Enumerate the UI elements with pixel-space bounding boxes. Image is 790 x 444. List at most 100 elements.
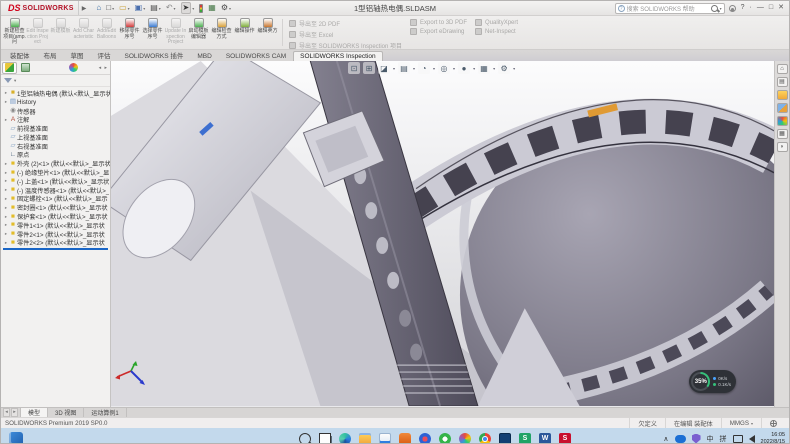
panel-tab-scroll-icons[interactable]: ◂ ▸ [99, 65, 109, 71]
tree-item[interactable]: ▸A注解 [3, 115, 110, 124]
hud-caret-icon[interactable]: ▾ [433, 66, 435, 71]
taskbar-browser-colorful-icon[interactable] [459, 433, 471, 444]
taskbar-wps-sheets-icon[interactable]: S [519, 433, 531, 444]
hud-caret-icon[interactable]: ▾ [393, 66, 395, 71]
tree-item[interactable]: ▱上视基准面 [3, 133, 110, 142]
ime-mode-indicator[interactable]: 中 [707, 434, 714, 444]
tab-mbd[interactable]: MBD [190, 51, 218, 61]
panel-tab-property-manager[interactable] [18, 62, 33, 74]
search-icon[interactable] [711, 5, 718, 12]
onedrive-icon[interactable] [675, 435, 686, 443]
tree-item[interactable]: ▸■(-) 绝缘垫片<1> (默认<<默认>_显 [3, 168, 110, 177]
ribbon-button-edit-vendors[interactable]: 编辑卖方 [256, 17, 279, 48]
close-button[interactable]: ✕ [778, 3, 784, 13]
tree-item[interactable]: ▸■零件2<1> (默认<<默认>_显示状 [3, 230, 110, 239]
tree-item[interactable]: ◉传感器 [3, 107, 110, 116]
dropdown-caret-icon[interactable]: ▾ [128, 6, 130, 11]
dropdown-caret-icon[interactable]: ▾ [112, 6, 114, 11]
solidworks-resources-icon[interactable]: ⌂ [777, 64, 788, 74]
dropdown-caret-icon[interactable]: ▾ [159, 6, 161, 11]
hud-caret-icon[interactable]: ▾ [473, 66, 475, 71]
taskbar-app-a-icon[interactable] [419, 433, 431, 444]
view-orientation-icon[interactable]: ▤ [398, 62, 410, 74]
qat-rebuild-icon[interactable] [198, 2, 204, 14]
taskbar-wps-writer-icon[interactable]: W [539, 433, 551, 444]
taskbar-chrome-icon[interactable] [479, 433, 491, 444]
ribbon-button-launch-template-editor[interactable]: 启动模板编辑器 [187, 17, 210, 48]
tree-item[interactable]: ▱前视基准面 [3, 124, 110, 133]
taskbar-clock[interactable]: 16:05 2022/8/15 [761, 432, 785, 444]
ribbon-button-edit-operations[interactable]: 编辑操作 [233, 17, 256, 48]
panel-tab-dimxpert-manager[interactable] [50, 62, 65, 74]
taskbar-mail-icon[interactable] [379, 433, 391, 444]
panel-tab-display-manager[interactable] [66, 62, 81, 74]
assembly-3d-model[interactable] [111, 61, 774, 406]
display-tray-icon[interactable] [733, 435, 743, 443]
tab-solidworks-inspection[interactable]: SOLIDWORKS Inspection [293, 51, 383, 61]
tree-root-item[interactable]: ▸■1型铝轴热电偶 (默认<默认_显示状态-1 [3, 89, 110, 98]
display-style-icon[interactable]: ◔ [418, 62, 430, 74]
tree-item[interactable]: ▸■零件1<1> (默认<<默认>_显示状 [3, 221, 110, 230]
taskbar-browser-360-icon[interactable] [439, 433, 451, 444]
tree-item[interactable]: ▸■零件2<2> (默认<<默认>_显示状 [3, 239, 110, 247]
file-explorer-icon[interactable] [777, 90, 788, 100]
zoom-fit-icon[interactable]: ⊡ [348, 62, 360, 74]
tab-scroll-arrows[interactable]: ◂▸ [1, 408, 21, 417]
widgets-button[interactable] [9, 432, 23, 444]
restore-button[interactable]: □ [769, 3, 773, 13]
view-palette-icon[interactable] [777, 103, 788, 113]
ribbon-button-new-inspection-project[interactable]: 新建检查项目(amp.问 [3, 17, 26, 48]
qat-print-icon[interactable]: ▤▾ [149, 2, 162, 14]
ime-layout-indicator[interactable]: 拼 [720, 434, 727, 444]
ribbon-button-edit-methods[interactable]: 编辑检查方式 [210, 17, 233, 48]
section-view-icon[interactable]: ◪ [378, 62, 390, 74]
menu-flyout-arrow-icon[interactable]: ▶ [82, 5, 87, 12]
dropdown-caret-icon[interactable]: ▾ [174, 6, 176, 11]
tab-评估[interactable]: 评估 [91, 48, 118, 61]
doc-tab-模型[interactable]: 模型 [21, 408, 48, 417]
dropdown-caret-icon[interactable]: ▾ [229, 6, 231, 11]
custom-properties-icon[interactable]: ▦ [777, 129, 788, 139]
edit-appearance-icon[interactable]: ● [458, 62, 470, 74]
tab-布局[interactable]: 布局 [37, 48, 64, 61]
doc-tab-运动算例1[interactable]: 运动算例1 [84, 408, 126, 417]
qat-home-icon[interactable]: ⌂ [95, 2, 102, 14]
tree-filter-row[interactable]: ▾ [1, 75, 110, 87]
apply-scene-icon[interactable]: ▦ [478, 62, 490, 74]
hide-show-items-icon[interactable]: ◎ [438, 62, 450, 74]
hud-caret-icon[interactable]: ▾ [493, 66, 495, 71]
tree-item[interactable]: ▸■固定螺栓<1> (默认<<默认>_显示 [3, 195, 110, 204]
tab-装配体[interactable]: 装配体 [3, 48, 37, 61]
panel-tab-feature-manager[interactable] [2, 62, 17, 74]
design-library-icon[interactable]: ▤ [777, 77, 788, 87]
tree-item[interactable]: ∟原点 [3, 151, 110, 160]
taskbar-phone-link-icon[interactable] [499, 433, 511, 444]
hud-caret-icon[interactable]: ▾ [513, 66, 515, 71]
tree-item[interactable]: ▸■(-) 上盖<1> (默认<<默认>_显示状 [3, 177, 110, 186]
help-search-input[interactable]: ? 搜索 SOLIDWORKS 帮助 ▾ [615, 3, 725, 14]
qat-undo-icon[interactable]: ↶▾ [165, 2, 177, 14]
volume-icon[interactable] [749, 435, 755, 443]
tab-草图[interactable]: 草图 [64, 48, 91, 61]
qat-options-icon[interactable]: ⚙▾ [220, 2, 232, 14]
sign-in-icon[interactable] [729, 5, 736, 12]
dropdown-caret-icon[interactable]: ▾ [192, 6, 194, 11]
forum-icon[interactable]: ◗ [777, 142, 788, 152]
help-button[interactable]: ? [741, 3, 745, 13]
status-globe[interactable] [761, 418, 785, 428]
panel-tab-configuration-manager[interactable] [34, 62, 49, 74]
qat-open-file-icon[interactable]: ▭▾ [118, 2, 131, 14]
hud-caret-icon[interactable]: ▾ [453, 66, 455, 71]
qat-new-file-icon[interactable]: □▾ [105, 2, 115, 14]
qat-view-settings-icon[interactable]: ▦ [207, 2, 217, 14]
qat-select-cursor-icon[interactable]: ➤▾ [180, 2, 196, 14]
tree-item[interactable]: ▱右视基准面 [3, 142, 110, 151]
appearances-icon[interactable] [777, 116, 788, 126]
taskbar-edge-icon[interactable] [339, 433, 351, 444]
tree-item[interactable]: ▸▤History [3, 98, 110, 107]
tab-solidworks-插件[interactable]: SOLIDWORKS 插件 [118, 48, 191, 61]
view-settings-icon[interactable]: ⚙ [498, 62, 510, 74]
tree-item[interactable]: ▸■(-) 温度传感器<1> (默认<<默认>_ [3, 186, 110, 195]
taskbar-task-view-icon[interactable] [319, 433, 331, 444]
taskbar-solidworks-icon[interactable]: S [559, 433, 571, 444]
